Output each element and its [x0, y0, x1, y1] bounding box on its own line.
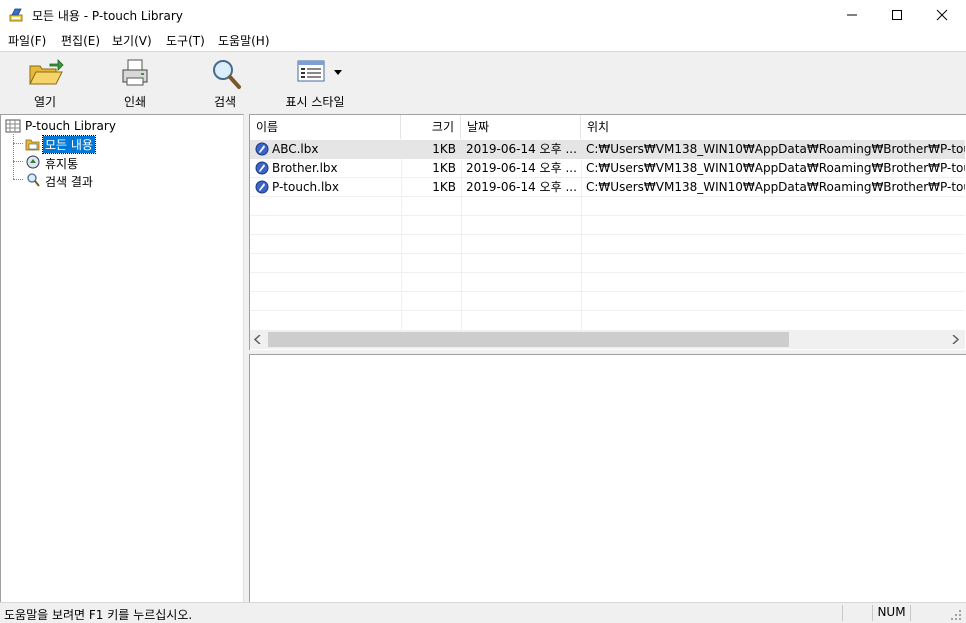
magnifier-icon	[213, 60, 241, 89]
file-location: C:₩Users₩VM138_WIN10₩AppData₩Roaming₩Bro…	[586, 142, 965, 156]
status-pane	[842, 605, 872, 621]
view-details-icon	[297, 60, 325, 82]
tree-line	[13, 179, 23, 180]
scrollbar-thumb[interactable]	[268, 332, 789, 347]
file-location: C:₩Users₩VM138_WIN10₩AppData₩Roaming₩Bro…	[586, 161, 965, 175]
tree-item-label: 모든 내용	[42, 135, 96, 154]
horizontal-scrollbar[interactable]	[250, 330, 965, 349]
tree-item-label: 휴지통	[45, 157, 79, 171]
minimize-icon	[847, 14, 857, 16]
ptouch-app-icon	[9, 8, 23, 22]
file-size: 1KB	[432, 161, 456, 175]
file-date: 2019-06-14 오후 ...	[466, 142, 577, 156]
tree-item-label: 검색 결과	[45, 175, 93, 189]
print-button[interactable]: 인쇄	[102, 52, 168, 114]
column-header-size[interactable]: 크기	[401, 115, 461, 139]
view-style-button[interactable]: 표시 스타일	[280, 52, 350, 114]
file-size: 1KB	[432, 142, 456, 156]
recycle-bin-icon	[26, 155, 40, 169]
library-icon	[5, 119, 21, 133]
grid-line	[250, 234, 965, 235]
lbx-file-icon	[255, 180, 269, 194]
menu-bar: 파일(F) 편집(E) 보기(V) 도구(T) 도움말(H)	[0, 30, 966, 50]
list-row[interactable]: P-touch.lbx 1KB 2019-06-14 오후 ... C:₩Use…	[250, 178, 965, 197]
menu-edit[interactable]: 편집(E)	[61, 32, 100, 49]
menu-tools[interactable]: 도구(T)	[166, 32, 205, 49]
list-row[interactable]: ABC.lbx 1KB 2019-06-14 오후 ... C:₩Users₩V…	[250, 140, 965, 159]
file-location: C:₩Users₩VM138_WIN10₩AppData₩Roaming₩Bro…	[586, 180, 965, 194]
column-header-name[interactable]: 이름	[250, 115, 401, 139]
maximize-button[interactable]	[874, 0, 920, 30]
grid-line	[250, 253, 965, 254]
resize-grip-icon[interactable]	[950, 609, 962, 621]
file-name: P-touch.lbx	[272, 180, 340, 194]
scroll-left-icon[interactable]	[254, 335, 262, 344]
open-folder-icon	[29, 59, 64, 85]
open-label: 열기	[33, 95, 57, 109]
tree-item-recycle-bin[interactable]: 휴지통	[25, 153, 235, 171]
library-tree[interactable]: P-touch Library 모든 내용 휴지통 검색 결과	[0, 114, 244, 602]
status-text: 도움말을 보려면 F1 키를 누르십시오.	[4, 608, 193, 622]
search-results-icon	[27, 173, 40, 187]
column-header-date[interactable]: 날짜	[461, 115, 581, 139]
file-list[interactable]: 이름 크기 날짜 위치 ABC.lbx 1KB 2019-06-14 오후 ..…	[249, 114, 966, 350]
tree-line	[13, 143, 23, 144]
file-date: 2019-06-14 오후 ...	[466, 180, 577, 194]
tree-line	[13, 161, 23, 162]
file-name: Brother.lbx	[272, 161, 338, 175]
file-name: ABC.lbx	[272, 142, 319, 156]
window-title: 모든 내용 - P-touch Library	[32, 9, 183, 23]
search-label: 검색	[213, 95, 237, 109]
list-header: 이름 크기 날짜 위치	[250, 115, 965, 139]
lbx-file-icon	[255, 161, 269, 175]
list-row[interactable]: Brother.lbx 1KB 2019-06-14 오후 ... C:₩Use…	[250, 159, 965, 178]
num-lock-indicator: NUM	[872, 605, 910, 621]
tree-item-all-contents[interactable]: 모든 내용	[25, 135, 235, 154]
search-button[interactable]: 검색	[192, 52, 258, 114]
menu-help[interactable]: 도움말(H)	[218, 32, 270, 49]
grid-line	[250, 215, 965, 216]
tree-line	[13, 134, 14, 179]
lbx-file-icon	[255, 142, 269, 156]
tree-root-label: P-touch Library	[25, 119, 116, 133]
minimize-button[interactable]	[829, 0, 875, 30]
file-size: 1KB	[432, 180, 456, 194]
view-style-label: 표시 스타일	[285, 95, 345, 109]
print-label: 인쇄	[123, 95, 147, 109]
open-button[interactable]: 열기	[12, 52, 78, 114]
menu-file[interactable]: 파일(F)	[8, 32, 46, 49]
printer-icon	[122, 59, 148, 86]
folder-open-icon	[25, 139, 40, 151]
preview-pane	[249, 354, 966, 602]
maximize-icon	[892, 10, 902, 20]
close-button[interactable]	[919, 0, 965, 30]
title-bar[interactable]: 모든 내용 - P-touch Library	[0, 0, 966, 30]
grid-line	[250, 310, 965, 311]
status-pane	[910, 605, 940, 621]
toolbar: 열기 인쇄 검색 표시 스타일	[0, 51, 966, 115]
close-icon	[936, 9, 948, 21]
tree-item-search-results[interactable]: 검색 결과	[25, 171, 235, 189]
grid-line	[250, 272, 965, 273]
scroll-right-icon[interactable]	[951, 335, 959, 344]
tree-root[interactable]: P-touch Library	[5, 117, 235, 135]
grid-line	[250, 291, 965, 292]
column-header-location[interactable]: 위치	[581, 115, 965, 139]
dropdown-arrow-icon[interactable]	[334, 70, 342, 76]
file-date: 2019-06-14 오후 ...	[466, 161, 577, 175]
status-bar: 도움말을 보려면 F1 키를 누르십시오. NUM	[0, 602, 966, 623]
menu-view[interactable]: 보기(V)	[112, 32, 152, 49]
